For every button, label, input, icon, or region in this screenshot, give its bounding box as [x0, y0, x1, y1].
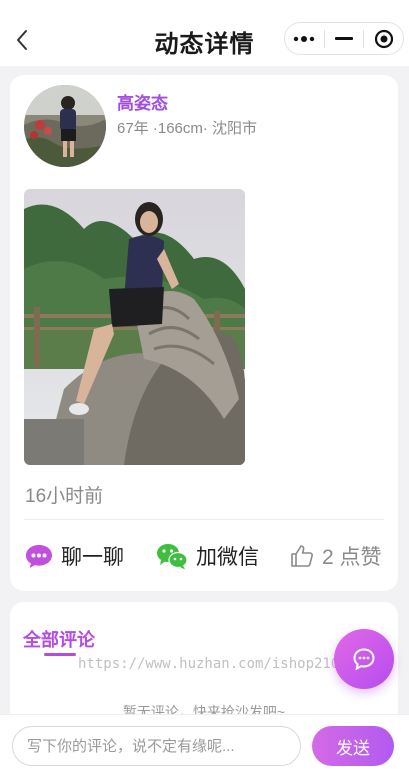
- user-info: 67年 ·166cm· 沈阳市: [117, 120, 258, 137]
- comment-input[interactable]: [12, 726, 301, 766]
- avatar[interactable]: [24, 85, 106, 167]
- like-button[interactable]: 2 点赞: [290, 540, 382, 572]
- message-fab-button[interactable]: [334, 629, 394, 689]
- user-name[interactable]: 高姿态: [117, 89, 168, 114]
- comments-title[interactable]: 全部评论: [23, 626, 95, 652]
- divider: [24, 519, 384, 520]
- like-count: 2 点赞: [322, 546, 382, 569]
- thumbs-up-icon: [291, 545, 313, 567]
- post-image: [24, 189, 245, 465]
- chat-label: 聊一聊: [61, 546, 124, 569]
- send-button[interactable]: 发送: [312, 726, 394, 766]
- more-button[interactable]: [285, 23, 324, 54]
- wechat-label: 加微信: [196, 546, 259, 569]
- add-wechat-button[interactable]: 加微信: [156, 540, 259, 572]
- target-circle-icon: [374, 29, 393, 48]
- navigation-bar: 动态详情: [0, 0, 409, 66]
- minimize-button[interactable]: [325, 23, 364, 54]
- chat-button[interactable]: 聊一聊: [25, 540, 124, 572]
- chat-bubble-icon: [26, 545, 52, 568]
- more-dots-icon: [294, 35, 315, 42]
- post-time: 16小时前: [25, 486, 104, 507]
- minimize-icon: [335, 36, 353, 40]
- wechat-icon: [157, 543, 188, 569]
- mini-program-capsule: [284, 22, 404, 55]
- close-program-button[interactable]: [364, 23, 403, 54]
- comments-tab-indicator: [44, 653, 76, 656]
- avatar-photo: [24, 85, 106, 167]
- comment-bar: 发送: [0, 714, 409, 777]
- message-bubble-icon: [353, 648, 375, 671]
- post-photo[interactable]: [24, 189, 245, 465]
- post-card: 高姿态 67年 ·166cm· 沈阳市 16小时前 聊一聊 加微信 2 点赞: [10, 75, 398, 591]
